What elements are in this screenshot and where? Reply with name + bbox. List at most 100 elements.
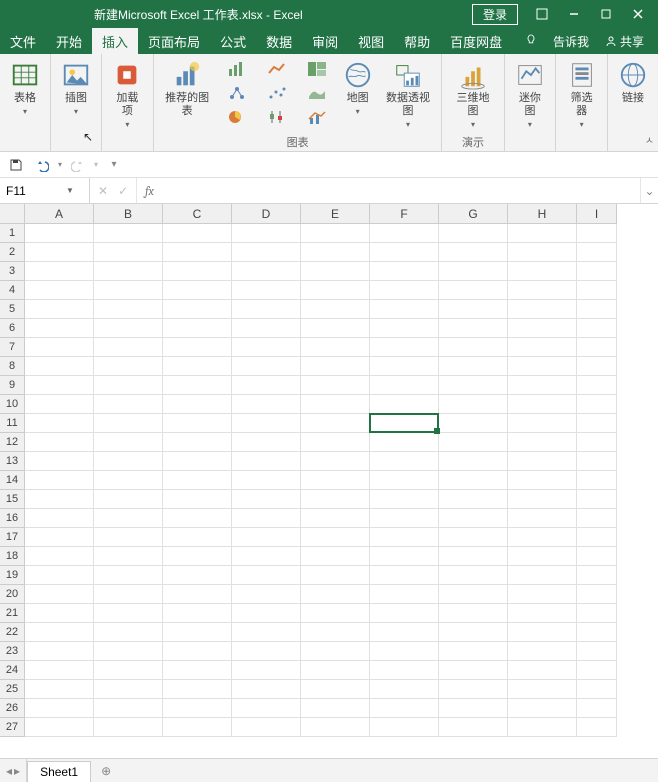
cell-G27[interactable] — [439, 718, 508, 737]
row-header-25[interactable]: 25 — [0, 680, 25, 699]
cell-F1[interactable] — [370, 224, 439, 243]
cell-G3[interactable] — [439, 262, 508, 281]
cell-C17[interactable] — [163, 528, 232, 547]
cell-I8[interactable] — [577, 357, 617, 376]
cell-A5[interactable] — [25, 300, 94, 319]
hierarchy-chart-button[interactable] — [219, 82, 255, 104]
row-header-22[interactable]: 22 — [0, 623, 25, 642]
cell-D17[interactable] — [232, 528, 301, 547]
cell-B24[interactable] — [94, 661, 163, 680]
cell-C5[interactable] — [163, 300, 232, 319]
maps-button[interactable]: 地图 ▾ — [339, 58, 377, 119]
cell-E7[interactable] — [301, 338, 370, 357]
cell-A6[interactable] — [25, 319, 94, 338]
cell-A20[interactable] — [25, 585, 94, 604]
cell-I10[interactable] — [577, 395, 617, 414]
cell-H20[interactable] — [508, 585, 577, 604]
cell-I15[interactable] — [577, 490, 617, 509]
cell-A8[interactable] — [25, 357, 94, 376]
row-header-20[interactable]: 20 — [0, 585, 25, 604]
cell-D26[interactable] — [232, 699, 301, 718]
cell-D7[interactable] — [232, 338, 301, 357]
cell-D27[interactable] — [232, 718, 301, 737]
cell-E4[interactable] — [301, 281, 370, 300]
cell-A17[interactable] — [25, 528, 94, 547]
row-header-1[interactable]: 1 — [0, 224, 25, 243]
cell-I9[interactable] — [577, 376, 617, 395]
row-header-8[interactable]: 8 — [0, 357, 25, 376]
cell-B5[interactable] — [94, 300, 163, 319]
cell-E5[interactable] — [301, 300, 370, 319]
cell-H25[interactable] — [508, 680, 577, 699]
cell-G13[interactable] — [439, 452, 508, 471]
cell-H23[interactable] — [508, 642, 577, 661]
cell-I18[interactable] — [577, 547, 617, 566]
cell-H19[interactable] — [508, 566, 577, 585]
cell-I27[interactable] — [577, 718, 617, 737]
cell-E15[interactable] — [301, 490, 370, 509]
cell-I19[interactable] — [577, 566, 617, 585]
cell-F12[interactable] — [370, 433, 439, 452]
cell-D12[interactable] — [232, 433, 301, 452]
lightbulb-icon[interactable] — [519, 34, 543, 48]
cell-B14[interactable] — [94, 471, 163, 490]
cell-G22[interactable] — [439, 623, 508, 642]
cell-E23[interactable] — [301, 642, 370, 661]
cell-F18[interactable] — [370, 547, 439, 566]
cell-A21[interactable] — [25, 604, 94, 623]
cell-C21[interactable] — [163, 604, 232, 623]
cell-B10[interactable] — [94, 395, 163, 414]
cell-E9[interactable] — [301, 376, 370, 395]
cell-I26[interactable] — [577, 699, 617, 718]
ribbon-tab-1[interactable]: 开始 — [46, 28, 92, 54]
cell-B26[interactable] — [94, 699, 163, 718]
cell-B4[interactable] — [94, 281, 163, 300]
cell-I5[interactable] — [577, 300, 617, 319]
addins-button[interactable]: 加载项 ▾ — [108, 58, 147, 132]
cell-H14[interactable] — [508, 471, 577, 490]
cell-G24[interactable] — [439, 661, 508, 680]
cell-B16[interactable] — [94, 509, 163, 528]
cell-I21[interactable] — [577, 604, 617, 623]
cell-I6[interactable] — [577, 319, 617, 338]
cell-A1[interactable] — [25, 224, 94, 243]
cell-F17[interactable] — [370, 528, 439, 547]
cell-F10[interactable] — [370, 395, 439, 414]
cell-D21[interactable] — [232, 604, 301, 623]
cell-G7[interactable] — [439, 338, 508, 357]
cell-G4[interactable] — [439, 281, 508, 300]
cell-H11[interactable] — [508, 414, 577, 433]
cell-C6[interactable] — [163, 319, 232, 338]
cell-E19[interactable] — [301, 566, 370, 585]
cell-B18[interactable] — [94, 547, 163, 566]
cell-C15[interactable] — [163, 490, 232, 509]
row-header-21[interactable]: 21 — [0, 604, 25, 623]
cell-F26[interactable] — [370, 699, 439, 718]
cell-B1[interactable] — [94, 224, 163, 243]
cell-F5[interactable] — [370, 300, 439, 319]
cell-E16[interactable] — [301, 509, 370, 528]
cell-B27[interactable] — [94, 718, 163, 737]
cell-E20[interactable] — [301, 585, 370, 604]
cell-A22[interactable] — [25, 623, 94, 642]
cell-G1[interactable] — [439, 224, 508, 243]
col-header-A[interactable]: A — [25, 204, 94, 224]
cell-E26[interactable] — [301, 699, 370, 718]
row-header-23[interactable]: 23 — [0, 642, 25, 661]
cell-B19[interactable] — [94, 566, 163, 585]
cell-H9[interactable] — [508, 376, 577, 395]
col-header-E[interactable]: E — [301, 204, 370, 224]
cell-G16[interactable] — [439, 509, 508, 528]
cell-D3[interactable] — [232, 262, 301, 281]
cell-C19[interactable] — [163, 566, 232, 585]
cell-A2[interactable] — [25, 243, 94, 262]
cell-B25[interactable] — [94, 680, 163, 699]
cell-E17[interactable] — [301, 528, 370, 547]
surface-chart-button[interactable] — [299, 82, 335, 104]
ribbon-tab-8[interactable]: 帮助 — [394, 28, 440, 54]
cell-E2[interactable] — [301, 243, 370, 262]
cell-C27[interactable] — [163, 718, 232, 737]
cell-E3[interactable] — [301, 262, 370, 281]
name-box-input[interactable] — [6, 184, 66, 198]
row-header-10[interactable]: 10 — [0, 395, 25, 414]
